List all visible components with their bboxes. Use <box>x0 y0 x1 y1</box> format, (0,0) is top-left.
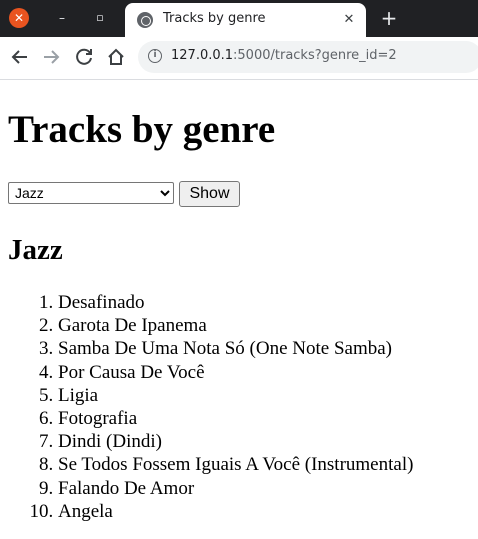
tab-close-icon[interactable]: ✕ <box>340 11 358 29</box>
page-content: Tracks by genre Jazz Show Jazz Desafinad… <box>0 81 478 539</box>
track-item: Por Causa De Você <box>58 361 413 384</box>
window-close-button[interactable]: ✕ <box>9 8 29 28</box>
globe-icon <box>137 12 153 28</box>
track-list: Desafinado Garota De Ipanema Samba De Um… <box>0 291 413 523</box>
window-minimize-button[interactable]: – <box>52 8 72 28</box>
track-item: Ligia <box>58 384 413 407</box>
track-item: Angela <box>58 500 413 523</box>
page-title: Tracks by genre <box>8 108 276 151</box>
genre-select[interactable]: Jazz <box>8 182 174 204</box>
url-path: :5000/tracks?genre_id=2 <box>233 48 397 63</box>
track-item: Garota De Ipanema <box>58 314 413 337</box>
browser-toolbar: i 127.0.0.1:5000/tracks?genre_id=2 <box>0 37 478 80</box>
url-host: 127.0.0.1 <box>171 48 234 63</box>
back-icon[interactable] <box>6 43 34 71</box>
track-item: Samba De Uma Nota Só (One Note Samba) <box>58 337 413 360</box>
home-icon[interactable] <box>102 43 130 71</box>
show-button[interactable]: Show <box>179 181 240 207</box>
url-text: 127.0.0.1:5000/tracks?genre_id=2 <box>171 48 397 63</box>
track-item: Se Todos Fossem Iguais A Você (Instrumen… <box>58 453 413 476</box>
window-maximize-button[interactable]: ▫ <box>90 8 110 28</box>
tab-strip: ✕ – ▫ Tracks by genre ✕ + <box>0 0 478 37</box>
track-item: Fotografia <box>58 407 413 430</box>
track-item: Desafinado <box>58 291 413 314</box>
new-tab-button[interactable]: + <box>378 8 400 30</box>
tab-title: Tracks by genre <box>163 11 266 26</box>
info-icon[interactable]: i <box>148 49 162 63</box>
active-tab[interactable]: Tracks by genre ✕ <box>125 3 366 37</box>
address-bar[interactable]: i 127.0.0.1:5000/tracks?genre_id=2 <box>138 41 478 73</box>
track-item: Falando De Amor <box>58 477 413 500</box>
track-item: Dindi (Dindi) <box>58 430 413 453</box>
reload-icon[interactable] <box>70 43 98 71</box>
forward-icon[interactable] <box>37 43 65 71</box>
genre-heading: Jazz <box>8 234 63 266</box>
